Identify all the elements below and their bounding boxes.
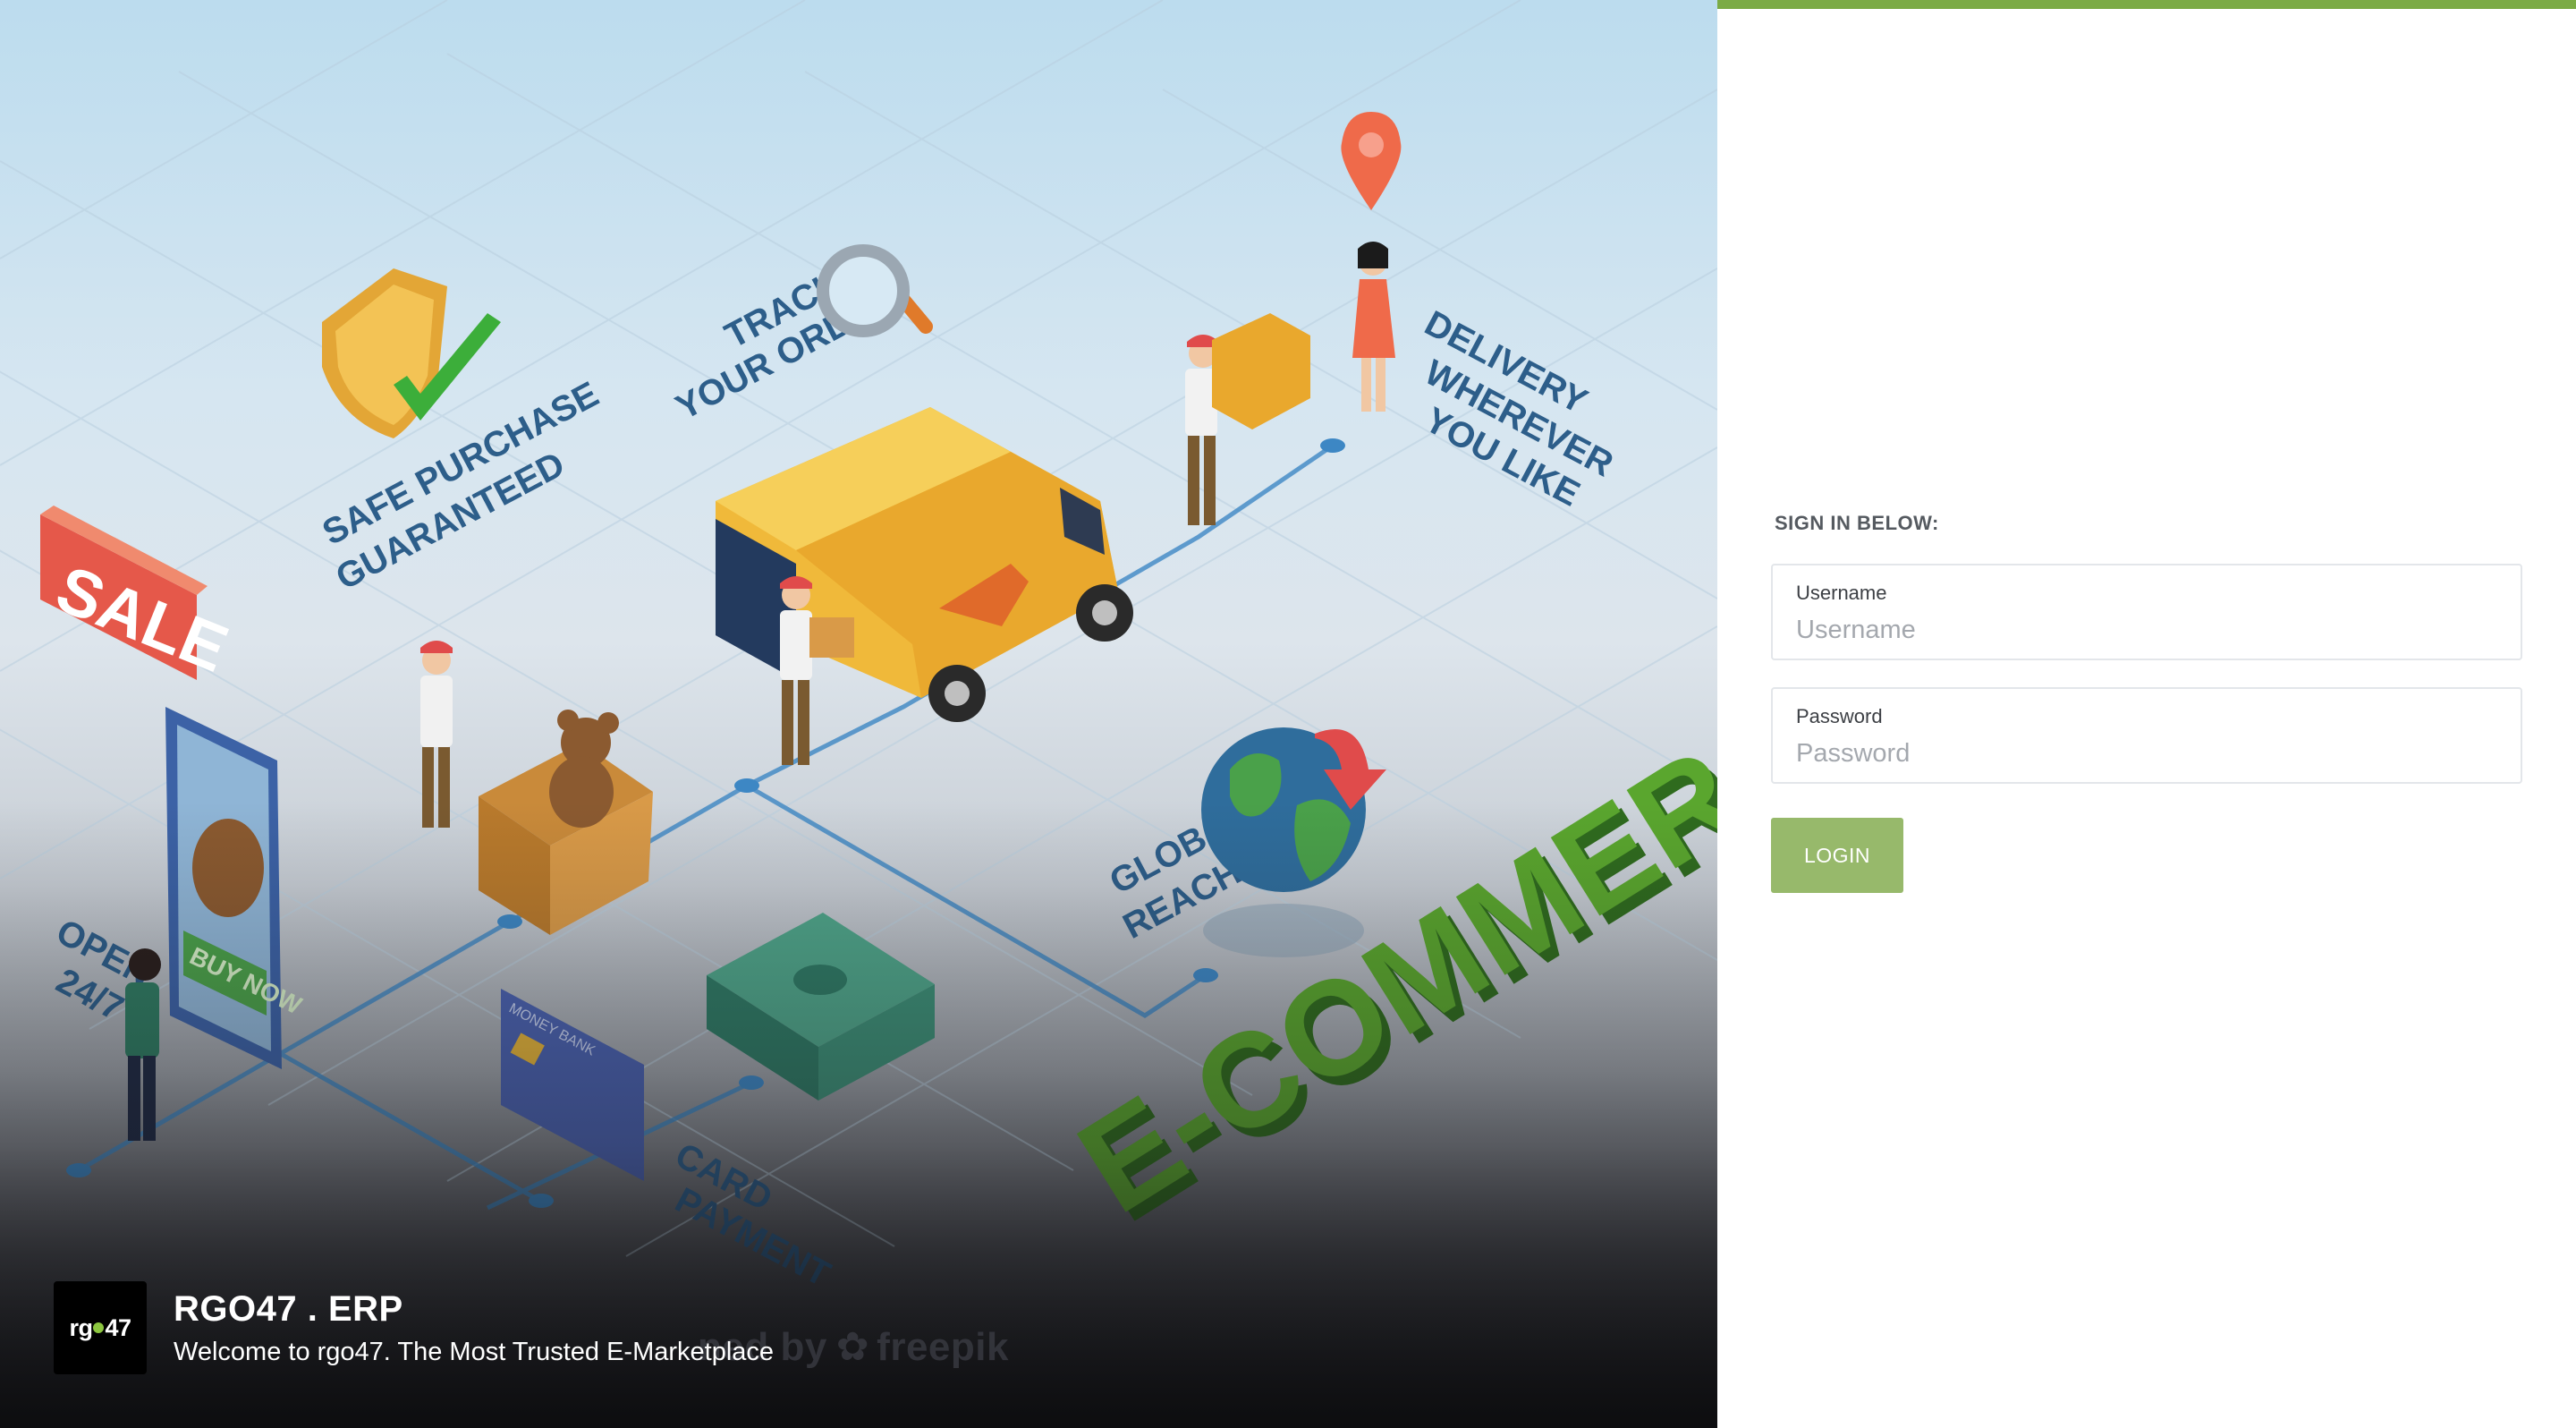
password-input[interactable] <box>1796 735 2494 771</box>
freepik-logo-icon: ✿ <box>835 1325 870 1369</box>
brand-block: rg 47 RGO47 . ERP Welcome to rgo47. The M… <box>54 1281 774 1374</box>
shield-check-icon <box>322 268 501 438</box>
credit-card: MONEY BANK <box>501 989 644 1181</box>
watermark-brand: freepik <box>877 1325 1009 1369</box>
teddy-box <box>479 710 653 935</box>
customer-figure <box>1352 242 1395 412</box>
username-label: Username <box>1796 582 1887 604</box>
delivery-van <box>716 407 1133 722</box>
accent-bar <box>1717 0 2576 9</box>
username-field[interactable]: Username <box>1771 564 2522 660</box>
logo-dot-icon <box>93 1322 105 1333</box>
brand-title: RGO47 . ERP <box>174 1288 403 1329</box>
courier-with-box <box>1185 313 1310 525</box>
ecommerce-artwork: SAFE PURCHASE GUARANTEED TRACK YOUR ORDE… <box>0 0 1717 1295</box>
logo-text-right: 47 <box>105 1313 131 1341</box>
phone-illustration: BUY NOW <box>165 707 307 1069</box>
brand-logo: rg 47 <box>54 1281 147 1374</box>
logo-text-left: rg <box>69 1313 93 1341</box>
login-button[interactable]: LOGIN <box>1771 818 1903 893</box>
password-label: Password <box>1796 705 1883 727</box>
money-stack <box>707 913 935 1101</box>
brand-subtitle: Welcome to rgo47. The Most Trusted E-Mar… <box>174 1337 775 1366</box>
password-field[interactable]: Password <box>1771 687 2522 784</box>
signin-heading: SIGN IN BELOW: <box>1775 512 1939 534</box>
brand-text: RGO47 . ERP Welcome to rgo47. The Most T… <box>174 1289 774 1367</box>
sale-sign: SALE <box>40 506 238 686</box>
username-input[interactable] <box>1796 612 2494 648</box>
clerk-figure <box>420 641 453 828</box>
login-panel: SIGN IN BELOW: Username Password LOGIN <box>1717 0 2576 1428</box>
magnifier-icon <box>817 244 933 337</box>
hero-illustration: SAFE PURCHASE GUARANTEED TRACK YOUR ORDE… <box>0 0 1717 1428</box>
location-pin-icon <box>1341 112 1402 210</box>
